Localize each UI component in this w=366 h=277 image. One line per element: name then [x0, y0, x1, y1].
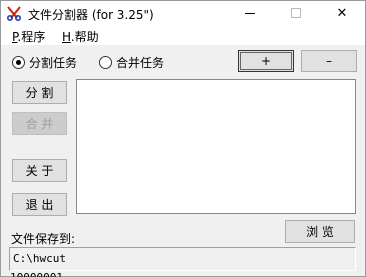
minimize-button[interactable]: [227, 1, 273, 25]
menu-help[interactable]: H.帮助: [62, 28, 99, 45]
maximize-icon: [291, 8, 301, 18]
split-button-label: 分 割: [25, 86, 54, 100]
save-path-text: C:\hwcut: [13, 252, 66, 265]
clipped-status-text: 10000001: [10, 271, 63, 277]
merge-task-radio[interactable]: 合并任务: [99, 54, 164, 71]
split-task-radio[interactable]: 分割任务: [12, 54, 77, 71]
menu-program[interactable]: P.程序: [12, 28, 45, 45]
split-task-radio-circle: [12, 56, 25, 69]
file-list[interactable]: [76, 79, 356, 214]
exit-button-label: 退 出: [25, 198, 54, 212]
about-button[interactable]: 关 于: [12, 159, 67, 182]
menu-help-label: .帮助: [70, 30, 99, 44]
minus-icon: –: [326, 54, 332, 68]
merge-button: 合 并: [12, 112, 67, 135]
exit-button[interactable]: 退 出: [12, 193, 67, 216]
remove-file-button[interactable]: –: [301, 50, 357, 72]
scissors-icon: [7, 6, 21, 21]
maximize-button: [273, 1, 319, 25]
merge-button-label: 合 并: [25, 117, 54, 131]
file-splitter-window: 文件分割器 (for 3.25") ✕ P.程序 H.帮助 分割任务 合并任务 …: [0, 0, 366, 277]
about-button-label: 关 于: [25, 164, 54, 178]
split-task-label: 分割任务: [29, 56, 78, 70]
close-button[interactable]: ✕: [319, 1, 365, 25]
close-icon: ✕: [336, 5, 348, 21]
title-bar[interactable]: 文件分割器 (for 3.25") ✕: [1, 1, 365, 25]
split-button[interactable]: 分 割: [12, 81, 67, 104]
radio-selected-dot: [16, 60, 21, 65]
plus-icon: +: [260, 54, 272, 68]
save-to-label: 文件保存到:: [11, 232, 76, 246]
minimize-icon: [245, 12, 255, 14]
menu-program-label: .程序: [17, 30, 46, 44]
merge-task-radio-circle: [99, 56, 112, 69]
save-path-field: C:\hwcut: [9, 247, 356, 271]
merge-task-label: 合并任务: [116, 56, 165, 70]
menu-help-mnemonic: H: [62, 30, 71, 44]
window-title: 文件分割器 (for 3.25"): [28, 8, 154, 22]
add-file-button[interactable]: +: [238, 50, 294, 72]
browse-button-label: 浏 览: [306, 225, 334, 239]
browse-button[interactable]: 浏 览: [285, 220, 355, 243]
menu-bar: P.程序 H.帮助: [1, 25, 365, 45]
